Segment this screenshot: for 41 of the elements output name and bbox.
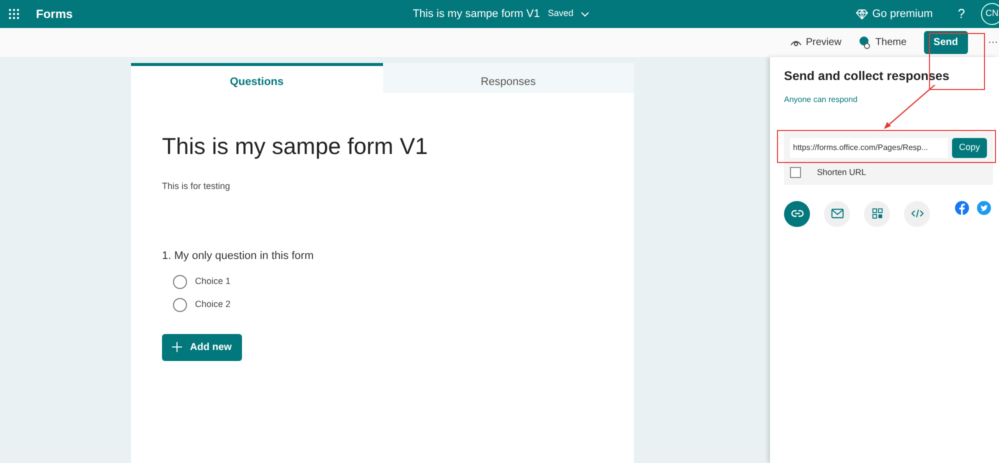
radio-button[interactable] bbox=[173, 298, 187, 312]
email-icon bbox=[830, 207, 844, 220]
app-name: Forms bbox=[36, 6, 73, 23]
shorten-url-label: Shorten URL bbox=[817, 166, 866, 178]
url-field[interactable]: https://forms.office.com/Pages/Resp... bbox=[790, 138, 948, 158]
twitter-icon[interactable] bbox=[977, 200, 991, 214]
send-button[interactable]: Send bbox=[924, 31, 968, 54]
form-description: This is for testing bbox=[162, 180, 232, 193]
facebook-icon[interactable] bbox=[955, 200, 969, 214]
palette-icon bbox=[859, 36, 872, 49]
qr-code-icon bbox=[870, 207, 884, 220]
email-share-button[interactable] bbox=[824, 200, 850, 226]
checkbox[interactable] bbox=[790, 166, 801, 178]
chevron-down-icon[interactable] bbox=[581, 12, 590, 16]
embed-share-button[interactable] bbox=[904, 200, 930, 226]
more-button[interactable]: ··· bbox=[988, 35, 998, 50]
form-title: This is my sampe form V1 bbox=[412, 6, 540, 22]
go-premium-button[interactable]: Go premium bbox=[855, 4, 934, 24]
plus-icon bbox=[172, 342, 182, 352]
qr-code-share-button[interactable] bbox=[864, 200, 890, 226]
diamond-icon bbox=[856, 8, 868, 20]
radio-button[interactable] bbox=[173, 274, 187, 288]
question-label: 1. My only question in this form bbox=[162, 249, 315, 264]
embed-icon bbox=[910, 207, 924, 220]
tab[interactable]: Responses bbox=[382, 63, 634, 93]
app-launcher-icon[interactable] bbox=[8, 8, 20, 20]
preview-button[interactable]: Preview bbox=[788, 34, 842, 51]
save-status: Saved bbox=[548, 7, 574, 20]
choice-label: Choice 2 bbox=[195, 298, 231, 311]
add-new-button[interactable]: Add new bbox=[162, 334, 242, 360]
annotation-arrow bbox=[882, 85, 938, 131]
audience-link[interactable]: Anyone can respond bbox=[784, 94, 985, 106]
form-heading: This is my sampe form V1 bbox=[162, 132, 429, 161]
choice-label: Choice 1 bbox=[195, 274, 231, 288]
link-share-button[interactable] bbox=[784, 200, 810, 226]
link-icon bbox=[790, 207, 804, 220]
theme-button[interactable]: Theme bbox=[858, 34, 908, 51]
eye-icon bbox=[790, 38, 802, 46]
copy-button[interactable]: Copy bbox=[952, 138, 987, 158]
avatar[interactable]: CN bbox=[981, 3, 999, 25]
help-button[interactable]: ? bbox=[958, 4, 965, 24]
